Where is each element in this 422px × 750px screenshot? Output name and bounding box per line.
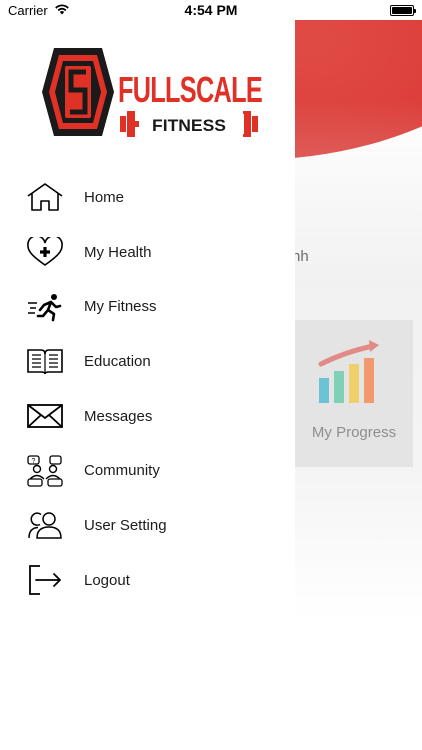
home-icon: [25, 181, 65, 213]
running-icon: [25, 291, 65, 323]
battery-icon: [390, 4, 416, 16]
menu-label-education: Education: [84, 352, 151, 370]
fullscale-fitness-logo: FULLSCALE FITNESS: [42, 44, 264, 147]
menu-item-my-health[interactable]: My Health: [0, 225, 295, 280]
menu-item-my-fitness[interactable]: My Fitness: [0, 279, 295, 334]
envelope-icon: [25, 400, 65, 432]
heart-plus-icon: [25, 236, 65, 268]
menu-label-my-health: My Health: [84, 243, 152, 261]
logo-text-fitness: FITNESS: [152, 116, 226, 135]
menu-item-messages[interactable]: Messages: [0, 389, 295, 444]
menu-label-messages: Messages: [84, 407, 153, 425]
community-icon: ?: [25, 455, 65, 487]
menu-label-home: Home: [84, 188, 125, 206]
svg-text:?: ?: [32, 458, 36, 465]
menu-item-user-setting[interactable]: User Setting: [0, 498, 295, 553]
menu-item-community[interactable]: ? Community: [0, 443, 295, 498]
menu-label-community: Community: [84, 462, 160, 480]
my-progress-tile[interactable]: My Progress: [295, 320, 413, 467]
book-icon: [25, 345, 65, 377]
status-left: Carrier: [8, 3, 70, 18]
bar-chart-icon: [318, 340, 379, 403]
menu-item-education[interactable]: Education: [0, 334, 295, 389]
side-drawer: FULLSCALE FITNESS Home My Health My Fitn…: [0, 20, 295, 750]
menu-item-logout[interactable]: Logout: [0, 553, 295, 608]
drawer-menu: Home My Health My Fitness Education Mess…: [0, 170, 295, 608]
menu-label-logout: Logout: [84, 571, 130, 589]
carrier-label: Carrier: [8, 2, 48, 18]
logout-icon: [25, 564, 65, 596]
menu-label-user-setting: User Setting: [84, 516, 167, 534]
users-icon: [25, 509, 65, 541]
menu-label-my-fitness: My Fitness: [84, 298, 157, 316]
menu-item-home[interactable]: Home: [0, 170, 295, 225]
wifi-icon: [54, 3, 70, 18]
logo-text-fullscale: FULLSCALE: [118, 69, 262, 110]
status-bar: Carrier 4:54 PM: [0, 0, 422, 20]
my-progress-label: My Progress: [311, 424, 397, 441]
